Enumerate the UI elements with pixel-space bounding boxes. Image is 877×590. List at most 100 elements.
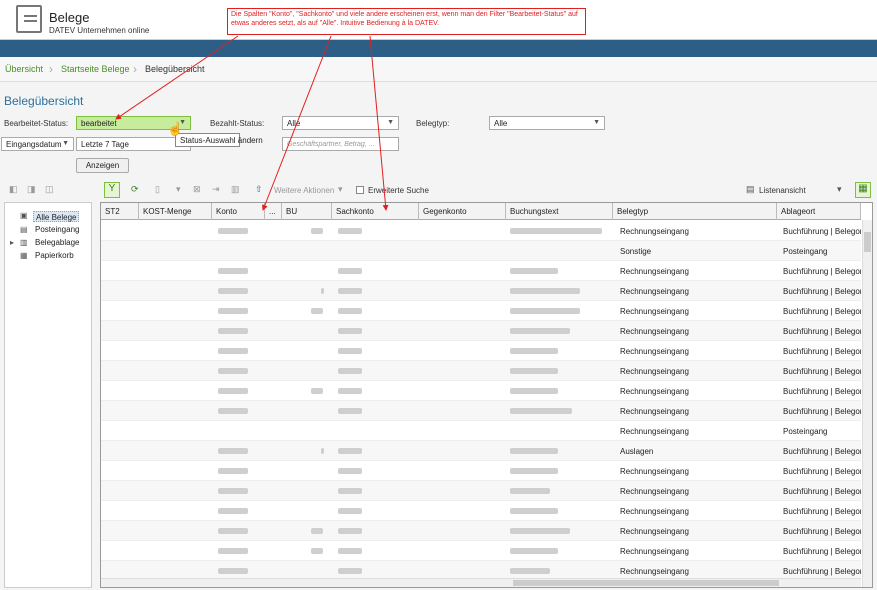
redacted-value [218,568,248,574]
list-view-icon[interactable]: ▤ [746,184,756,194]
redacted-value [338,388,362,394]
cell-ablageort: Buchführung | Belegor [783,307,861,316]
cell-belegtyp: Rechnungseingang [620,527,689,536]
column-header-sachkonto[interactable]: Sachkonto [332,203,419,220]
column-header-belegtyp[interactable]: Belegtyp [613,203,777,220]
tree-item-papierkorb[interactable]: Papierkorb [33,250,76,261]
horizontal-scroll-thumb[interactable] [513,580,779,586]
redacted-value [218,508,248,514]
weitere-aktionen-button[interactable]: Weitere Aktionen [274,186,334,195]
redacted-value [338,268,362,274]
upload-icon[interactable]: ⇧ [255,184,265,194]
redacted-value [311,548,323,554]
cell-belegtyp: Rechnungseingang [620,327,689,336]
cell-belegtyp: Rechnungseingang [620,347,689,356]
table-row[interactable]: Auslagen Buchführung | Belegor [101,441,861,461]
column-header-bu[interactable]: BU [282,203,332,220]
table-row[interactable]: Rechnungseingang Buchführung | Belegor [101,361,861,381]
table-row[interactable]: Rechnungseingang Buchführung | Belegor [101,281,861,301]
cell-belegtyp: Rechnungseingang [620,367,689,376]
table-row[interactable]: Rechnungseingang Buchführung | Belegor [101,521,861,541]
redacted-value [338,228,362,234]
table-row[interactable]: Rechnungseingang Posteingang [101,421,861,441]
redacted-value [510,268,558,274]
redacted-value [338,468,362,474]
redacted-value [510,368,558,374]
tree-item-alle-belege[interactable]: Alle Belege [33,211,80,222]
column-header-buchungstext[interactable]: Buchungstext [506,203,613,220]
redacted-value [218,228,248,234]
chevron-down-icon[interactable]: ▾ [837,184,847,194]
table-row[interactable]: Rechnungseingang Buchführung | Belegor [101,341,861,361]
attach-icon[interactable]: ▯ [155,184,165,194]
listenansicht-select[interactable]: Listenansicht [759,186,806,195]
table-row[interactable]: Rechnungseingang Buchführung | Belegor [101,261,861,281]
belegtyp-select[interactable]: Alle ▼ [489,116,605,130]
column-header-more[interactable]: ... [265,203,282,220]
redacted-value [510,568,550,574]
column-header-ablageort[interactable]: Ablageort [777,203,861,220]
erweiterte-suche-label[interactable]: Erweiterte Suche [368,186,429,195]
date-range-select[interactable]: Letzte 7 Tage [76,137,191,151]
move-icon[interactable]: ⇥ [212,184,222,194]
column-header-konto[interactable]: Konto [212,203,265,220]
table-row[interactable]: Rechnungseingang Buchführung | Belegor [101,321,861,341]
inbox-icon: ▤ [20,225,28,234]
cell-belegtyp: Rechnungseingang [620,407,689,416]
table-row[interactable]: Rechnungseingang Buchführung | Belegor [101,221,861,241]
table-row[interactable]: Sonstige Posteingang [101,241,861,261]
table-row[interactable]: Rechnungseingang Buchführung | Belegor [101,541,861,561]
status-tooltip: Status-Auswahl ändern [175,133,263,147]
date-field-select[interactable]: Eingangsdatum ▼ [1,137,74,151]
binder-icon: ▥ [20,238,28,247]
trash-icon[interactable]: ▥ [231,184,241,194]
breadcrumb-uebersicht[interactable]: Übersicht [5,64,43,74]
cell-ablageort: Posteingang [783,247,828,256]
tree-item-posteingang[interactable]: Posteingang [33,224,81,235]
erweiterte-suche-checkbox[interactable] [356,186,364,194]
redacted-value [510,448,558,454]
expand-arrow-icon[interactable]: ▸ [10,238,14,247]
cell-belegtyp: Rechnungseingang [620,387,689,396]
horizontal-scrollbar[interactable] [101,578,861,587]
vertical-scrollbar[interactable] [862,220,872,587]
chevron-down-icon: ▼ [593,119,600,126]
redacted-value [510,528,570,534]
tree-item-belegablage[interactable]: Belegablage [33,237,81,248]
vertical-scroll-thumb[interactable] [864,232,871,252]
chevron-down-icon[interactable]: ▾ [338,184,348,194]
split-icon[interactable]: ⊠ [193,184,203,194]
move-left-icon[interactable]: ◧ [9,184,19,194]
breadcrumb-startseite-belege[interactable]: Startseite Belege [61,64,130,74]
redacted-value [338,488,362,494]
column-header-kost-menge[interactable]: KOST-Menge [139,203,212,220]
cell-ablageort: Buchführung | Belegor [783,547,861,556]
chevron-down-icon[interactable]: ▾ [176,184,186,194]
table-row[interactable]: Rechnungseingang Buchführung | Belegor [101,481,861,501]
table-row[interactable]: Rechnungseingang Buchführung | Belegor [101,461,861,481]
column-header-st2[interactable]: ST2 [101,203,139,220]
table-row[interactable]: Rechnungseingang Buchführung | Belegor [101,381,861,401]
tree-toggle-icon[interactable]: Y [104,182,120,198]
folder-tree: Alle Belege ▣ Posteingang ▤ ▸ Belegablag… [4,202,92,588]
refresh-icon[interactable]: ⟳ [131,184,141,194]
table-row[interactable]: Rechnungseingang Buchführung | Belegor [101,401,861,421]
search-input[interactable]: Geschäftspartner, Betrag, ... [282,137,399,151]
bezahlt-status-select[interactable]: Alle ▼ [282,116,399,130]
redacted-value [338,288,362,294]
cell-ablageort: Buchführung | Belegor [783,487,861,496]
cell-belegtyp: Auslagen [620,447,654,456]
table-row[interactable]: Rechnungseingang Buchführung | Belegor [101,301,861,321]
redacted-value [510,348,558,354]
excel-export-icon[interactable]: ▦ [855,182,871,198]
cell-belegtyp: Rechnungseingang [620,307,689,316]
redacted-value [510,408,572,414]
column-header-gegenkonto[interactable]: Gegenkonto [419,203,506,220]
cell-belegtyp: Rechnungseingang [620,507,689,516]
export-icon[interactable]: ◫ [45,184,55,194]
anzeigen-button[interactable]: Anzeigen [76,158,129,173]
cell-ablageort: Buchführung | Belegor [783,347,861,356]
table-row[interactable]: Rechnungseingang Buchführung | Belegor [101,501,861,521]
redacted-value [218,328,248,334]
move-right-icon[interactable]: ◨ [27,184,37,194]
